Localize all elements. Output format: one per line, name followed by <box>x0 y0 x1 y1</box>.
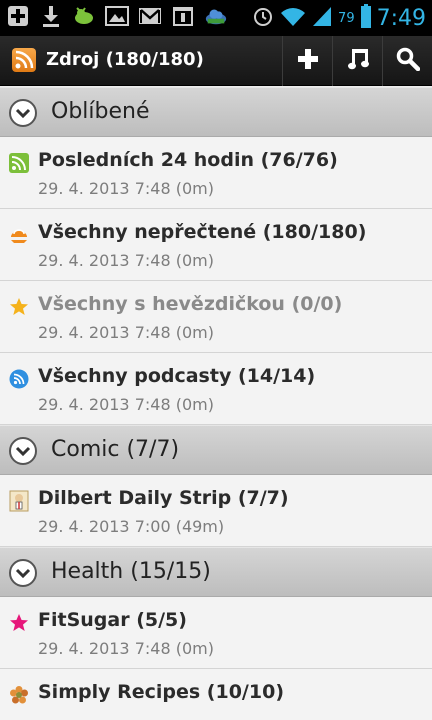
list-item[interactable]: Posledních 24 hodin (76/76) 29. 4. 2013 … <box>0 137 432 209</box>
group-header-comic[interactable]: Comic (7/7) <box>0 425 432 475</box>
screen-title: Zdroj (180/180) <box>46 49 204 70</box>
feed-date: 29. 4. 2013 7:48 (0m) <box>38 323 214 342</box>
group-header-oblibene[interactable]: Oblíbené <box>0 87 432 137</box>
feed-date: 29. 4. 2013 7:00 (49m) <box>38 517 225 536</box>
podcasts-button[interactable] <box>332 36 382 86</box>
podcast-icon <box>9 369 29 389</box>
feed-title: Simply Recipes (10/10) <box>38 681 284 703</box>
system-icons: 79 7:49 <box>252 0 426 36</box>
battery-percent: 79 <box>338 10 355 26</box>
chevron-down-icon[interactable] <box>9 559 37 587</box>
group-title: Health (15/15) <box>51 559 211 584</box>
add-icon <box>6 4 30 28</box>
feed-title: Všechny s hevězdičkou (0/0) <box>38 293 343 315</box>
list-item[interactable]: FitSugar (5/5) 29. 4. 2013 7:48 (0m) <box>0 597 432 669</box>
list-item[interactable]: Všechny nepřečtené (180/180) 29. 4. 2013… <box>0 209 432 281</box>
search-icon <box>396 47 420 75</box>
feed-date: 29. 4. 2013 7:48 (0m) <box>38 395 214 414</box>
add-button[interactable] <box>282 36 332 86</box>
star-icon <box>9 297 29 317</box>
feed-date: 29. 4. 2013 7:48 (0m) <box>38 639 214 658</box>
feed-title: Všechny nepřečtené (180/180) <box>38 221 367 243</box>
feed-list[interactable]: Oblíbené Posledních 24 hodin (76/76) 29.… <box>0 87 432 720</box>
calendar-icon <box>171 4 195 28</box>
feed-title: Posledních 24 hodin (76/76) <box>38 149 338 171</box>
list-item[interactable]: Dilbert Daily Strip (7/7) 29. 4. 2013 7:… <box>0 475 432 547</box>
unread-stack-icon <box>9 225 29 245</box>
group-header-health[interactable]: Health (15/15) <box>0 547 432 597</box>
rss-app-icon[interactable] <box>12 48 36 72</box>
feed-title: Dilbert Daily Strip (7/7) <box>38 487 289 509</box>
feed-title: Všechny podcasty (14/14) <box>38 365 316 387</box>
list-item[interactable]: Všechny podcasty (14/14) 29. 4. 2013 7:4… <box>0 353 432 425</box>
clock: 7:49 <box>376 5 426 31</box>
music-note-icon <box>347 47 369 75</box>
action-bar: Zdroj (180/180) <box>0 36 432 86</box>
flower-icon <box>9 685 29 705</box>
pink-star-icon <box>9 613 29 633</box>
download-icon <box>39 4 63 28</box>
wifi-icon <box>280 5 306 31</box>
rss-icon <box>9 153 29 173</box>
group-title: Comic (7/7) <box>51 437 180 462</box>
chevron-down-icon[interactable] <box>9 437 37 465</box>
gmail-icon <box>138 4 162 28</box>
alarm-icon <box>252 5 274 31</box>
list-item[interactable]: Simply Recipes (10/10) <box>0 669 432 720</box>
add-icon <box>297 48 319 74</box>
battery-icon <box>360 4 371 32</box>
feed-title: FitSugar (5/5) <box>38 609 187 631</box>
cloud-icon <box>204 4 228 28</box>
notification-icons <box>6 4 228 28</box>
status-bar: 79 7:49 <box>0 0 432 36</box>
chevron-down-icon[interactable] <box>9 99 37 127</box>
feed-date: 29. 4. 2013 7:48 (0m) <box>38 251 214 270</box>
feed-date: 29. 4. 2013 7:48 (0m) <box>38 179 214 198</box>
android-icon <box>72 4 96 28</box>
image-icon <box>105 4 129 28</box>
dilbert-icon <box>9 490 29 512</box>
search-button[interactable] <box>382 36 432 86</box>
list-item[interactable]: Všechny s hevězdičkou (0/0) 29. 4. 2013 … <box>0 281 432 353</box>
group-title: Oblíbené <box>51 99 150 124</box>
signal-icon <box>312 5 332 31</box>
